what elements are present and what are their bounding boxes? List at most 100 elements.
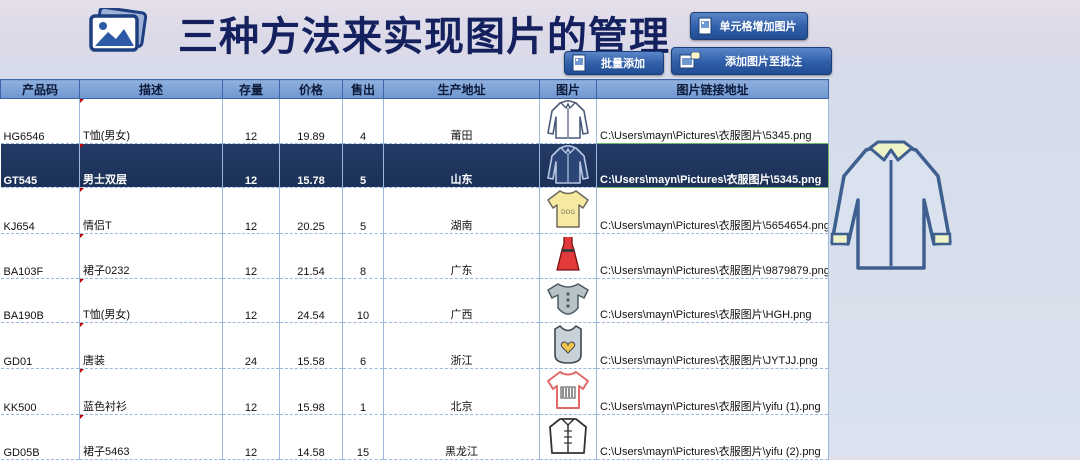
cell-stock[interactable]: 12 bbox=[222, 187, 280, 234]
cell-add-image-label: 单元格增加图片 bbox=[719, 20, 797, 33]
cell-image[interactable] bbox=[539, 278, 597, 323]
table-row[interactable]: BA103F 裙子0232 12 21.54 8 广东 C:\Users\mayn\Pict… bbox=[0, 233, 829, 279]
cell-price[interactable]: 24.54 bbox=[279, 278, 343, 323]
cell-sold[interactable]: 15 bbox=[342, 414, 384, 460]
cell-sold[interactable]: 4 bbox=[342, 98, 384, 144]
column-header[interactable]: 存量 bbox=[222, 79, 280, 99]
cell-stock[interactable]: 12 bbox=[222, 233, 280, 279]
cell-sold[interactable]: 10 bbox=[342, 278, 384, 323]
cell-origin[interactable]: 莆田 bbox=[383, 98, 540, 144]
cell-price[interactable]: 19.89 bbox=[279, 98, 343, 144]
cell-image[interactable] bbox=[539, 322, 597, 369]
cell-desc[interactable]: T恤(男女) bbox=[79, 98, 223, 144]
cell-image[interactable] bbox=[539, 368, 597, 415]
cell-price[interactable]: 20.25 bbox=[279, 187, 343, 234]
cell-price[interactable]: 15.98 bbox=[279, 368, 343, 415]
cell-sold[interactable]: 1 bbox=[342, 368, 384, 415]
product-table: 产品码 描述 存量 价格 售出 生产地址 图片 图片链接地址 HG6546 T恤(… bbox=[0, 79, 829, 460]
cell-sold[interactable]: 6 bbox=[342, 322, 384, 369]
table-row[interactable]: HG6546 T恤(男女) 12 19.89 4 莆田 C:\Users\mayn\Pict… bbox=[0, 98, 829, 144]
table-header-row: 产品码 描述 存量 价格 售出 生产地址 图片 图片链接地址 bbox=[0, 79, 829, 99]
cell-origin[interactable]: 浙江 bbox=[383, 322, 540, 369]
comment-marker bbox=[79, 278, 84, 284]
column-header[interactable]: 生产地址 bbox=[383, 79, 540, 99]
image-file-icon bbox=[572, 54, 586, 72]
cell-image-link[interactable]: C:\Users\mayn\Pictures\衣服图片\JYTJJ.png bbox=[596, 322, 829, 369]
cell-add-image-button[interactable]: 单元格增加图片 bbox=[690, 12, 808, 40]
cell-code[interactable]: KJ654 bbox=[0, 187, 80, 234]
cell-code[interactable]: HG6546 bbox=[0, 98, 80, 144]
column-header[interactable]: 产品码 bbox=[0, 79, 80, 99]
cell-image-link[interactable]: C:\Users\mayn\Pictures\衣服图片\HGH.png bbox=[596, 278, 829, 323]
cell-origin[interactable]: 湖南 bbox=[383, 187, 540, 234]
cell-image-link[interactable]: C:\Users\mayn\Pictures\衣服图片\yifu (1).png bbox=[596, 368, 829, 415]
cell-code[interactable]: GD01 bbox=[0, 322, 80, 369]
cell-image[interactable]: DOG bbox=[539, 187, 597, 234]
table-row[interactable]: KK500 蓝色衬衫 12 15.98 1 北京 C:\Users\mayn\Picture… bbox=[0, 368, 829, 415]
table-row[interactable]: GD05B 裙子5463 12 14.58 15 黑龙江 C:\Users\mayn\Pic… bbox=[0, 414, 829, 460]
cell-image[interactable] bbox=[539, 233, 597, 279]
table-row[interactable]: GT545 男士双层 12 15.78 5 山东 C:\Users\mayn\Picture… bbox=[0, 142, 829, 188]
cell-image-link[interactable]: C:\Users\mayn\Pictures\衣服图片\5654654.png bbox=[596, 187, 829, 234]
striped-tshirt-icon bbox=[546, 371, 590, 414]
cell-code[interactable]: BA103F bbox=[0, 233, 80, 279]
cell-image-link[interactable]: C:\Users\mayn\Pictures\衣服图片\9879879.png bbox=[596, 233, 829, 279]
cell-stock[interactable]: 12 bbox=[222, 414, 280, 460]
column-header[interactable]: 图片 bbox=[539, 79, 597, 99]
cell-code[interactable]: GT545 bbox=[0, 143, 80, 188]
cell-sold[interactable]: 5 bbox=[342, 187, 384, 234]
comment-marker bbox=[79, 369, 84, 374]
chinese-jacket-icon bbox=[548, 418, 588, 458]
cell-stock[interactable]: 12 bbox=[222, 278, 280, 323]
cell-price[interactable]: 15.78 bbox=[279, 143, 343, 188]
bib-heart-icon bbox=[551, 325, 585, 368]
cell-desc[interactable]: 唐装 bbox=[79, 322, 223, 369]
cell-stock[interactable]: 12 bbox=[222, 143, 280, 188]
shirt-outline-icon bbox=[546, 144, 590, 187]
cell-stock[interactable]: 24 bbox=[222, 322, 280, 369]
cell-sold[interactable]: 8 bbox=[342, 233, 384, 279]
cell-desc[interactable]: 男士双层 bbox=[79, 143, 223, 188]
cell-origin[interactable]: 广西 bbox=[383, 278, 540, 323]
cell-price[interactable]: 14.58 bbox=[279, 414, 343, 460]
cell-desc[interactable]: T恤(男女) bbox=[79, 278, 223, 323]
cell-origin[interactable]: 山东 bbox=[383, 143, 540, 188]
cell-image[interactable] bbox=[539, 98, 597, 144]
cell-stock[interactable]: 12 bbox=[222, 368, 280, 415]
comment-marker bbox=[79, 323, 84, 328]
cell-origin[interactable]: 黑龙江 bbox=[383, 414, 540, 460]
cell-image-link[interactable]: C:\Users\mayn\Pictures\衣服图片\5345.png bbox=[596, 142, 829, 188]
column-header[interactable]: 价格 bbox=[279, 79, 343, 99]
comment-marker bbox=[79, 234, 84, 239]
yellow-tshirt-icon: DOG bbox=[546, 190, 590, 233]
cell-price[interactable]: 15.58 bbox=[279, 322, 343, 369]
table-row[interactable]: KJ654 情侣T 12 20.25 5 湖南 DOG C:\Users\mayn\Pictu… bbox=[0, 187, 829, 234]
add-image-to-comment-label: 添加图片至批注 bbox=[725, 55, 802, 68]
cell-code[interactable]: BA190B bbox=[0, 278, 80, 323]
batch-add-button[interactable]: 批量添加 bbox=[564, 51, 664, 75]
cell-image[interactable] bbox=[539, 143, 597, 188]
comment-marker bbox=[79, 99, 84, 104]
cell-code[interactable]: GD05B bbox=[0, 414, 80, 460]
cell-stock[interactable]: 12 bbox=[222, 98, 280, 144]
cell-code[interactable]: KK500 bbox=[0, 368, 80, 415]
cell-image-link[interactable]: C:\Users\mayn\Pictures\衣服图片\yifu (2).png bbox=[596, 414, 829, 460]
cell-desc[interactable]: 裙子5463 bbox=[79, 414, 223, 460]
column-header[interactable]: 描述 bbox=[79, 79, 223, 99]
cell-price[interactable]: 21.54 bbox=[279, 233, 343, 279]
cell-image-link[interactable]: C:\Users\mayn\Pictures\衣服图片\5345.png bbox=[596, 98, 829, 144]
cell-origin[interactable]: 北京 bbox=[383, 368, 540, 415]
add-image-to-comment-button[interactable]: 添加图片至批注 bbox=[671, 47, 832, 75]
comment-image-icon bbox=[679, 52, 701, 69]
cell-desc[interactable]: 裙子0232 bbox=[79, 233, 223, 279]
column-header[interactable]: 图片链接地址 bbox=[596, 79, 829, 99]
cell-sold[interactable]: 5 bbox=[342, 143, 384, 188]
column-header[interactable]: 售出 bbox=[342, 79, 384, 99]
comment-marker bbox=[79, 143, 84, 149]
table-row[interactable]: GD01 唐装 24 15.58 6 浙江 C:\Users\mayn\Pictures\衣… bbox=[0, 322, 829, 369]
cell-desc[interactable]: 蓝色衬衫 bbox=[79, 368, 223, 415]
cell-desc[interactable]: 情侣T bbox=[79, 187, 223, 234]
cell-origin[interactable]: 广东 bbox=[383, 233, 540, 279]
cell-image[interactable] bbox=[539, 414, 597, 460]
table-row[interactable]: BA190B T恤(男女) 12 24.54 10 广西 C:\Users\mayn\Pic… bbox=[0, 278, 829, 323]
